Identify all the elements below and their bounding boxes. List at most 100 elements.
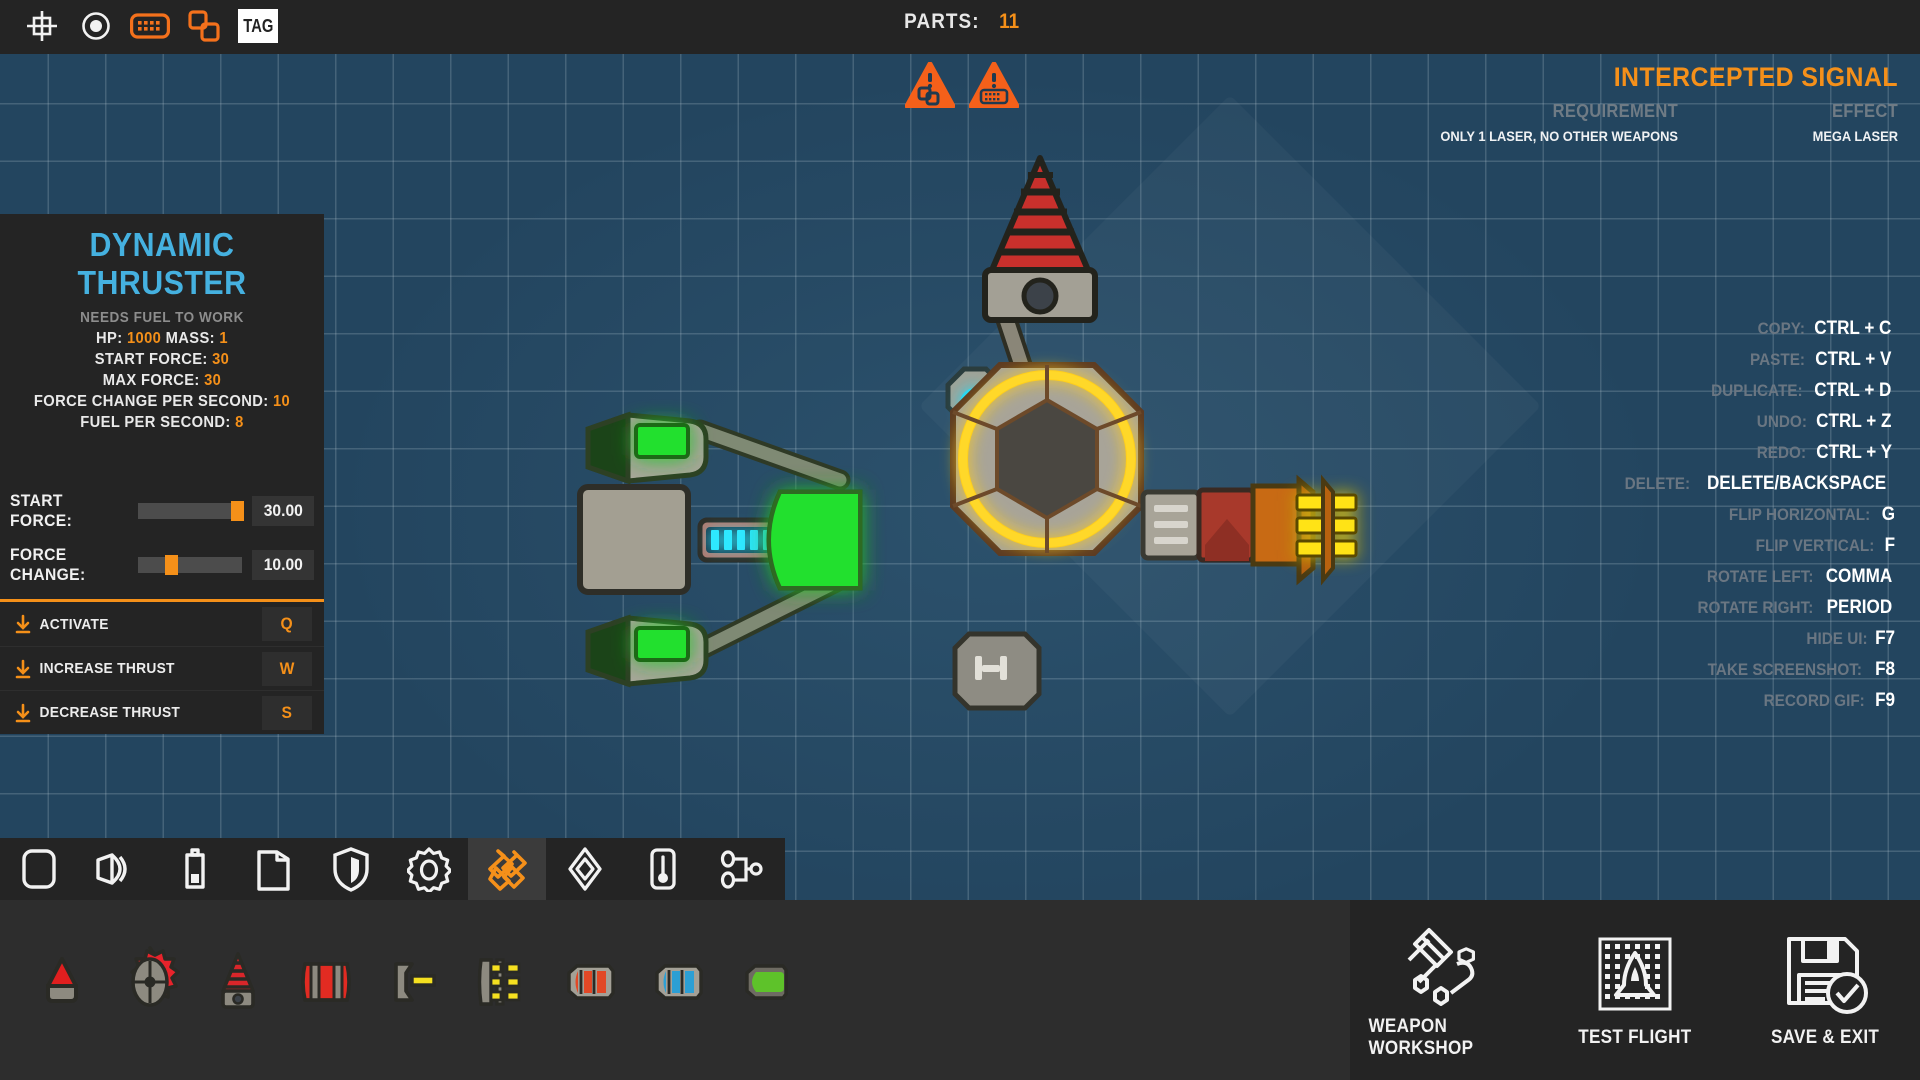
binding-increase-thrust-key[interactable]: W xyxy=(262,651,312,686)
part-title: DYNAMIC THRUSTER xyxy=(77,226,247,301)
shortcut-hide-ui-key: F7 xyxy=(1874,628,1895,649)
part-drill[interactable] xyxy=(194,934,282,1030)
part-red-magazine[interactable] xyxy=(546,934,634,1030)
category-weapons[interactable] xyxy=(468,838,546,900)
binding-decrease-thrust[interactable]: DECREASE THRUST S xyxy=(0,690,324,734)
tray-action-buttons: WEAPON WORKSHOP TEST FLIGHT SAVE & EXIT xyxy=(1350,900,1920,1080)
category-power[interactable] xyxy=(156,838,234,900)
floppy-check-icon xyxy=(1787,937,1868,1014)
part-ammo-rack[interactable] xyxy=(458,934,546,1030)
binding-activate-label: ACTIVATE xyxy=(39,615,109,633)
shortcut-record-gif-key: F9 xyxy=(1874,690,1895,711)
part-explosive-barrel[interactable] xyxy=(282,934,370,1030)
slider-force-change-track[interactable] xyxy=(138,555,242,575)
slider-start-force-track[interactable] xyxy=(138,501,244,521)
category-mechanics[interactable] xyxy=(390,838,468,900)
stat-value-mass: 1 xyxy=(219,330,228,347)
tag-label: TAG xyxy=(242,15,274,36)
download-arrow-icon xyxy=(12,659,34,679)
shortcut-duplicate-key: CTRL + D xyxy=(1814,380,1892,401)
shortcut-rotate-left: ROTATE LEFT: COMMA xyxy=(1621,566,1896,588)
shortcut-rotate-right-name: ROTATE RIGHT: xyxy=(1697,598,1814,617)
category-thrusters[interactable] xyxy=(78,838,156,900)
shortcut-hide-ui-name: HIDE UI: xyxy=(1806,629,1868,648)
shortcut-redo-key: CTRL + Y xyxy=(1815,442,1892,463)
slider-start-force-valuebox[interactable]: 30.00 xyxy=(252,496,314,526)
top-toolbar: TAG PARTS: 11 xyxy=(0,0,1920,54)
shortcut-copy: COPY: CTRL + C xyxy=(1621,318,1896,340)
binding-activate[interactable]: ACTIVATE Q xyxy=(0,602,324,646)
slider-force-change-label: FORCE CHANGE: xyxy=(10,545,86,584)
shortcut-flip-vertical: FLIP VERTICAL: F xyxy=(1621,535,1896,557)
stat-label-hp: HP: xyxy=(96,330,123,347)
canvas-watermark xyxy=(919,95,1541,717)
parts-counter-value: 11 xyxy=(998,10,1019,33)
warning-duplicate-badge[interactable] xyxy=(904,61,956,109)
signal-effect-header: EFFECT xyxy=(1831,101,1898,121)
category-armor[interactable] xyxy=(312,838,390,900)
slider-force-change-valuebox[interactable]: 10.00 xyxy=(252,550,314,580)
category-logic[interactable] xyxy=(702,838,780,900)
stat-value-fuel: 8 xyxy=(235,414,244,431)
shortcut-rotate-right-key: PERIOD xyxy=(1826,597,1893,618)
binding-increase-thrust[interactable]: INCREASE THRUST W xyxy=(0,646,324,690)
record-icon[interactable] xyxy=(76,6,116,46)
shortcut-undo-key: CTRL + Z xyxy=(1816,411,1892,432)
rocket-grid-icon xyxy=(1598,937,1672,1011)
test-flight-button[interactable]: TEST FLIGHT xyxy=(1550,931,1720,1049)
category-blocks[interactable] xyxy=(0,838,78,900)
category-sensors[interactable] xyxy=(624,838,702,900)
shortcut-flip-horizontal-name: FLIP HORIZONTAL: xyxy=(1728,505,1871,524)
top-toolbar-icons: TAG xyxy=(22,6,278,46)
category-fuel[interactable] xyxy=(234,838,312,900)
keyboard-icon[interactable] xyxy=(130,6,170,46)
shortcut-record-gif: RECORD GIF: F9 xyxy=(1621,690,1896,712)
category-decor[interactable] xyxy=(546,838,624,900)
stat-label-fuel: FUEL PER SECOND: xyxy=(80,414,231,431)
download-arrow-icon xyxy=(12,703,34,723)
duplicate-icon[interactable] xyxy=(184,6,224,46)
signal-requirement-value: ONLY 1 LASER, NO OTHER WEAPONS xyxy=(1440,128,1678,144)
binding-increase-thrust-key-label: W xyxy=(279,658,295,678)
download-arrow-icon xyxy=(12,614,34,634)
stat-row-start-force: START FORCE: 30 xyxy=(13,349,311,370)
shortcut-paste-name: PASTE: xyxy=(1750,350,1806,369)
slider-start-force[interactable]: START FORCE: 30.00 xyxy=(10,491,314,531)
grid-snap-icon[interactable] xyxy=(22,6,62,46)
slider-force-change-value: 10.00 xyxy=(263,555,303,574)
shortcut-record-gif-name: RECORD GIF: xyxy=(1764,691,1866,710)
shortcut-duplicate: DUPLICATE: CTRL + D xyxy=(1621,380,1896,402)
slider-force-change-knob[interactable] xyxy=(165,555,179,575)
binding-activate-key[interactable]: Q xyxy=(262,607,312,641)
shortcut-redo-name: REDO: xyxy=(1756,443,1806,462)
part-blue-magazine[interactable] xyxy=(634,934,722,1030)
slider-start-force-knob[interactable] xyxy=(230,501,244,521)
weapon-workshop-button[interactable]: WEAPON WORKSHOP xyxy=(1360,920,1530,1060)
part-spike[interactable] xyxy=(18,934,106,1030)
part-info-panel: DYNAMIC THRUSTER NEEDS FUEL TO WORK HP: … xyxy=(0,214,324,734)
parts-tray-items xyxy=(18,934,810,1030)
part-green-cell[interactable] xyxy=(722,934,810,1030)
part-mine[interactable] xyxy=(106,934,194,1030)
stat-row-hp-mass: HP: 1000 MASS: 1 xyxy=(13,328,311,349)
binding-decrease-thrust-key[interactable]: S xyxy=(262,695,312,730)
stat-value-force-change: 10 xyxy=(272,393,291,410)
shortcut-screenshot-name: TAKE SCREENSHOT: xyxy=(1707,660,1863,679)
warning-keyboard-badge[interactable] xyxy=(968,61,1020,109)
stat-value-start-force: 30 xyxy=(212,351,230,368)
shortcut-paste-key: CTRL + V xyxy=(1815,349,1892,370)
signal-requirement: REQUIREMENT ONLY 1 LASER, NO OTHER WEAPO… xyxy=(1358,101,1698,145)
slider-force-change[interactable]: FORCE CHANGE: 10.00 xyxy=(10,545,314,585)
save-exit-button[interactable]: SAVE & EXIT xyxy=(1740,931,1910,1049)
stat-row-max-force: MAX FORCE: 30 xyxy=(13,370,311,391)
stat-row-force-change: FORCE CHANGE PER SECOND: 10 xyxy=(13,391,311,412)
part-laser-emitter[interactable] xyxy=(370,934,458,1030)
binding-decrease-thrust-key-label: S xyxy=(281,702,293,722)
hammer-wrench-icon xyxy=(1407,928,1476,1006)
shortcut-flip-vertical-name: FLIP VERTICAL: xyxy=(1756,536,1875,555)
parts-counter-label: PARTS: xyxy=(904,10,980,33)
shortcut-screenshot-key: F8 xyxy=(1874,659,1895,680)
shortcut-screenshot: TAKE SCREENSHOT: F8 xyxy=(1621,659,1896,681)
binding-increase-thrust-label: INCREASE THRUST xyxy=(39,660,175,677)
tag-icon[interactable]: TAG xyxy=(238,9,278,43)
